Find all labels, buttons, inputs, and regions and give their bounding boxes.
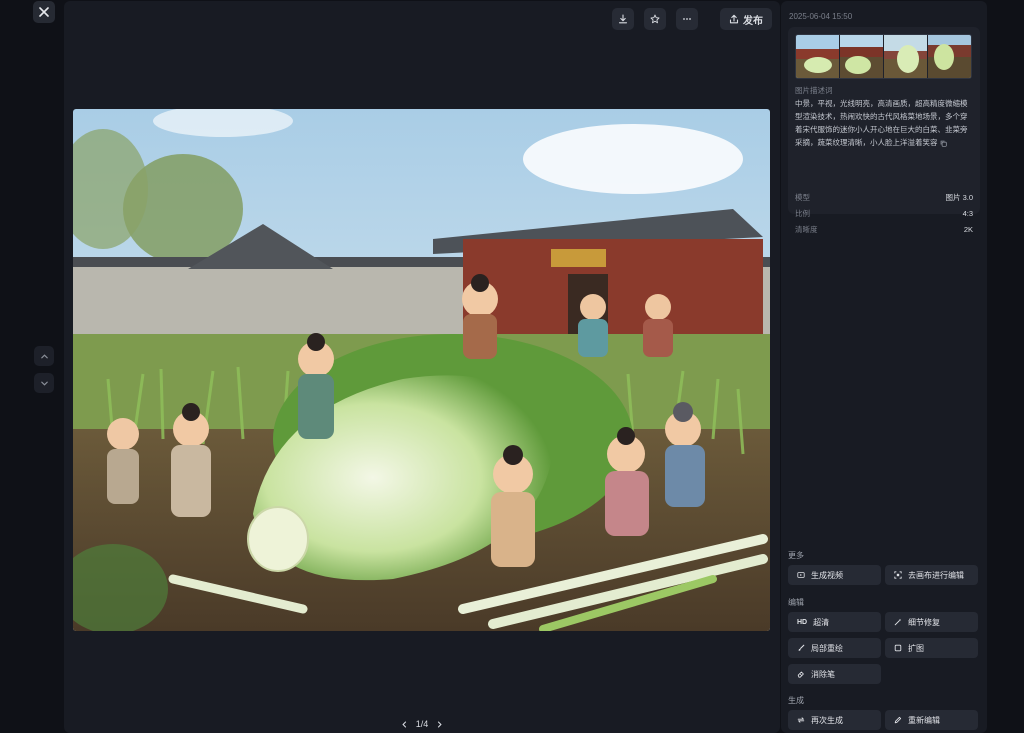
pager-text: 1/4 bbox=[415, 719, 429, 729]
upscale-label: 超清 bbox=[813, 617, 830, 627]
generate-video-label: 生成视频 bbox=[811, 570, 843, 580]
regenerate-label: 再次生成 bbox=[811, 715, 843, 725]
details-panel: 2025-06-04 15:50 图片描述词 中景，平视，光线明亮，高清画质，超… bbox=[781, 1, 987, 733]
info-card: 图片描述词 中景，平视，光线明亮，高清画质，超高精度微缩模型渲染技术，热闹欢快的… bbox=[788, 27, 980, 234]
upscale-button[interactable]: HD 超清 bbox=[788, 612, 881, 632]
timestamp: 2025-06-04 15:50 bbox=[789, 12, 853, 21]
chevron-down-icon bbox=[40, 381, 48, 386]
chevron-left-icon bbox=[402, 721, 407, 727]
canvas-edit-button[interactable]: 去画布进行编辑 bbox=[885, 565, 978, 585]
more-icon bbox=[683, 18, 691, 20]
inpaint-button[interactable]: 局部重绘 bbox=[788, 638, 881, 658]
more-options-button[interactable] bbox=[676, 8, 698, 30]
close-icon bbox=[39, 7, 49, 17]
detail-fix-button[interactable]: 细节修复 bbox=[885, 612, 978, 632]
pager-prev-button[interactable] bbox=[400, 719, 410, 729]
meta-value: 图片 3.0 bbox=[945, 192, 973, 202]
thumbnail-4[interactable] bbox=[928, 35, 971, 78]
meta-key: 模型 bbox=[795, 192, 810, 202]
publish-button[interactable]: 发布 bbox=[720, 8, 772, 30]
pager-next-button[interactable] bbox=[434, 719, 444, 729]
outpaint-button[interactable]: 扩图 bbox=[885, 638, 978, 658]
viewer-toolbar: 发布 bbox=[612, 8, 772, 30]
next-image-button[interactable] bbox=[34, 373, 54, 393]
meta-row-resolution: 清晰度 2K bbox=[795, 221, 973, 237]
section-title-edit: 编辑 bbox=[788, 598, 804, 607]
previous-image-button[interactable] bbox=[34, 346, 54, 366]
thumbnail-strip bbox=[795, 34, 972, 79]
refresh-icon bbox=[797, 717, 805, 723]
section-title-generate: 生成 bbox=[788, 696, 804, 705]
download-button[interactable] bbox=[612, 8, 634, 30]
detail-fix-label: 细节修复 bbox=[908, 617, 940, 627]
meta-value: 2K bbox=[963, 224, 973, 234]
image-viewer: 发布 1/4 bbox=[64, 1, 780, 733]
prompt-text: 中景，平视，光线明亮，高清画质，超高精度微缩模型渲染技术，热闹欢快的古代风格菜地… bbox=[795, 97, 973, 149]
eraser-icon bbox=[797, 671, 804, 678]
generated-image bbox=[73, 109, 770, 631]
star-icon bbox=[650, 14, 660, 24]
hd-icon: HD bbox=[797, 618, 808, 626]
canvas-icon bbox=[894, 571, 902, 579]
section-title-more: 更多 bbox=[788, 551, 804, 560]
download-icon bbox=[618, 14, 628, 24]
thumbnail-3[interactable] bbox=[884, 35, 927, 78]
meta-value: 4:3 bbox=[962, 208, 973, 218]
pager: 1/4 bbox=[64, 719, 780, 729]
expand-icon bbox=[894, 644, 902, 652]
generate-video-button[interactable]: 生成视频 bbox=[788, 565, 881, 585]
outpaint-label: 扩图 bbox=[908, 643, 924, 653]
meta-list: 模型 图片 3.0 比例 4:3 清晰度 2K bbox=[795, 189, 973, 237]
meta-key: 清晰度 bbox=[795, 224, 818, 234]
pencil-icon bbox=[894, 716, 902, 724]
chevron-up-icon bbox=[40, 353, 48, 358]
publish-label: 发布 bbox=[743, 15, 763, 27]
reedit-button[interactable]: 重新编辑 bbox=[885, 710, 978, 730]
chevron-right-icon bbox=[437, 721, 442, 727]
copy-icon[interactable] bbox=[940, 140, 947, 147]
inpaint-label: 局部重绘 bbox=[811, 643, 843, 653]
thumbnail-1[interactable] bbox=[796, 35, 839, 78]
meta-key: 比例 bbox=[795, 208, 810, 218]
reedit-label: 重新编辑 bbox=[908, 715, 940, 725]
meta-row-ratio: 比例 4:3 bbox=[795, 205, 973, 221]
favorite-button[interactable] bbox=[644, 8, 666, 30]
close-button[interactable] bbox=[33, 1, 55, 23]
meta-row-model: 模型 图片 3.0 bbox=[795, 189, 973, 205]
eraser-label: 消除笔 bbox=[811, 669, 835, 679]
prompt-label: 图片描述词 bbox=[795, 86, 833, 95]
magic-wand-icon bbox=[894, 618, 902, 626]
regenerate-button[interactable]: 再次生成 bbox=[788, 710, 881, 730]
eraser-button[interactable]: 消除笔 bbox=[788, 664, 881, 684]
thumbnail-2[interactable] bbox=[840, 35, 883, 78]
brush-icon bbox=[798, 644, 805, 651]
upload-icon bbox=[729, 14, 739, 24]
canvas-edit-label: 去画布进行编辑 bbox=[908, 570, 964, 580]
video-icon bbox=[797, 572, 805, 578]
